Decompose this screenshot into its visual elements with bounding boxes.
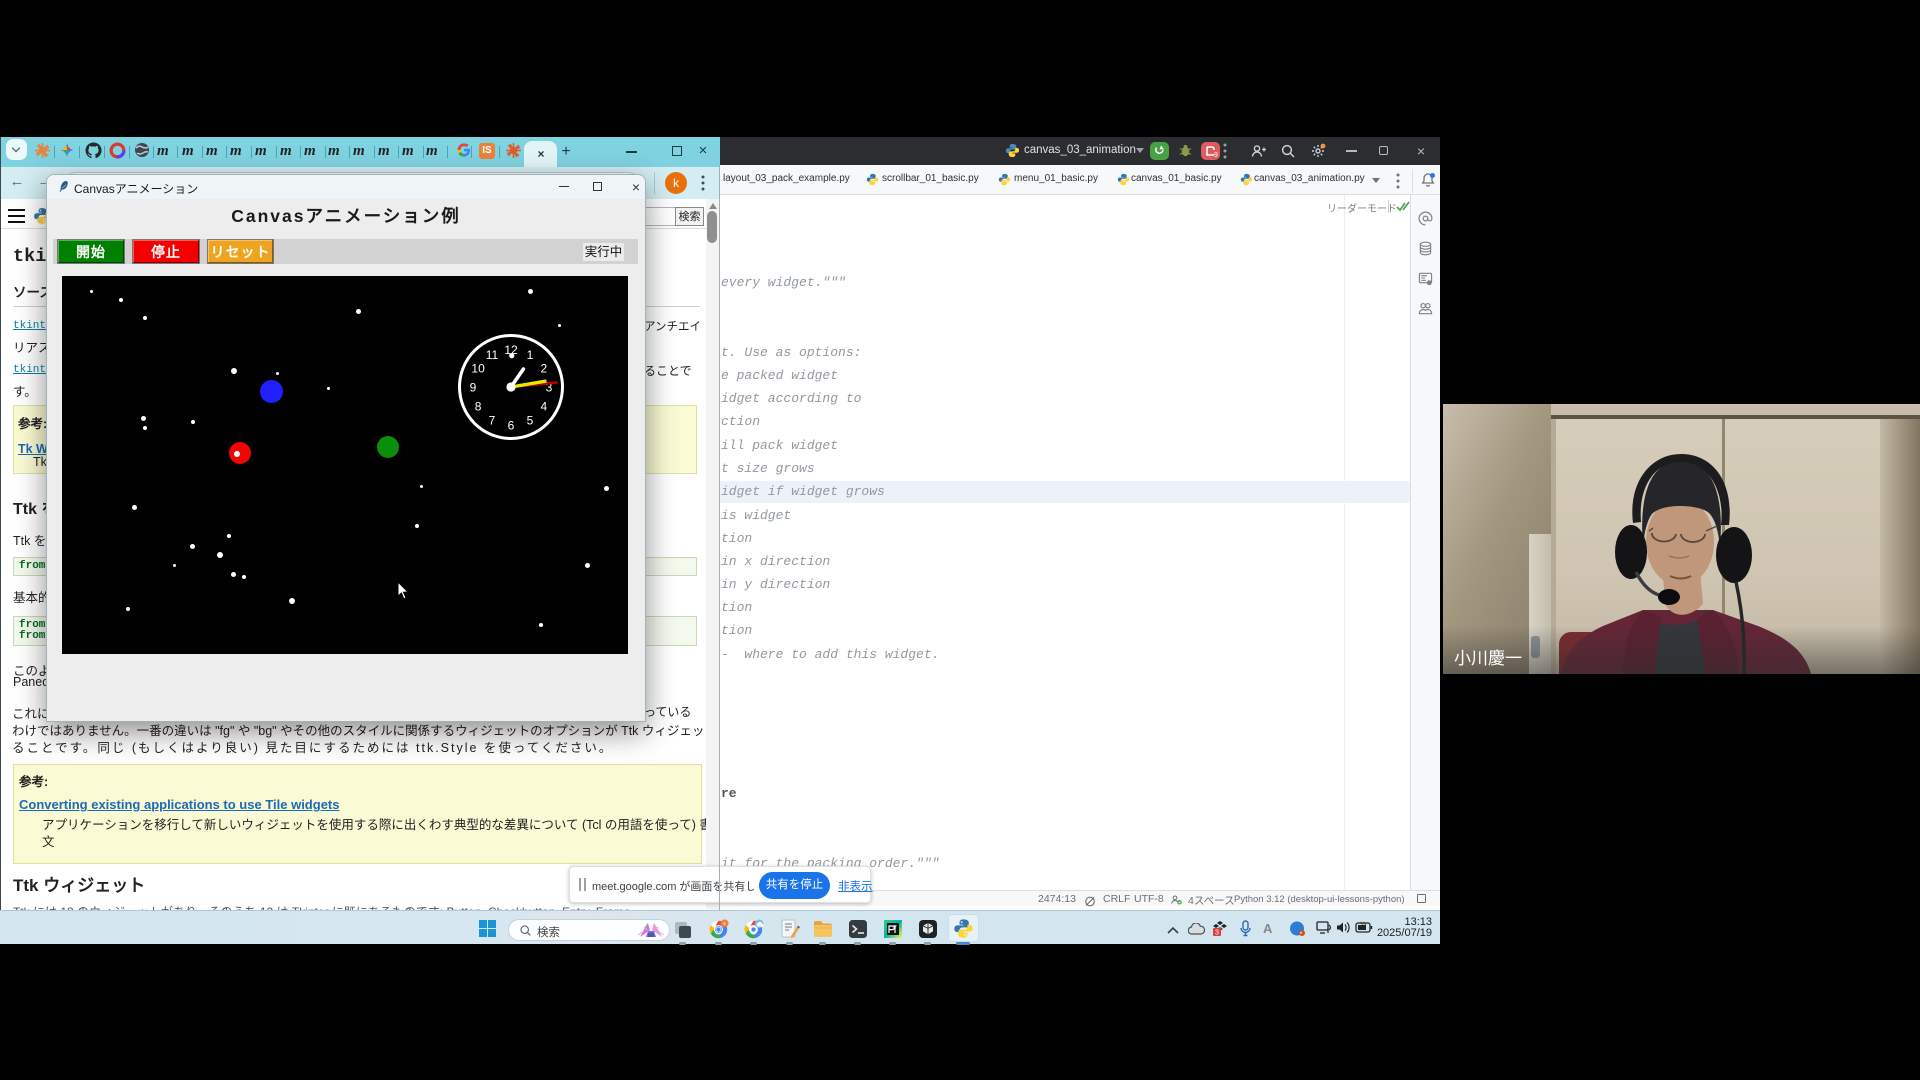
svg-text:5: 5 [527, 413, 534, 427]
svg-text:3: 3 [1215, 930, 1219, 937]
svg-text:2: 2 [541, 362, 548, 376]
svg-text:9: 9 [470, 381, 477, 395]
svg-text:6: 6 [508, 419, 515, 433]
svg-text:8: 8 [475, 400, 482, 414]
svg-text:10: 10 [471, 362, 485, 376]
svg-text:7: 7 [489, 413, 496, 427]
svg-text:11: 11 [486, 348, 499, 362]
svg-text:9: 9 [1214, 152, 1218, 159]
svg-text:4: 4 [541, 400, 548, 414]
svg-text:1: 1 [527, 348, 534, 362]
